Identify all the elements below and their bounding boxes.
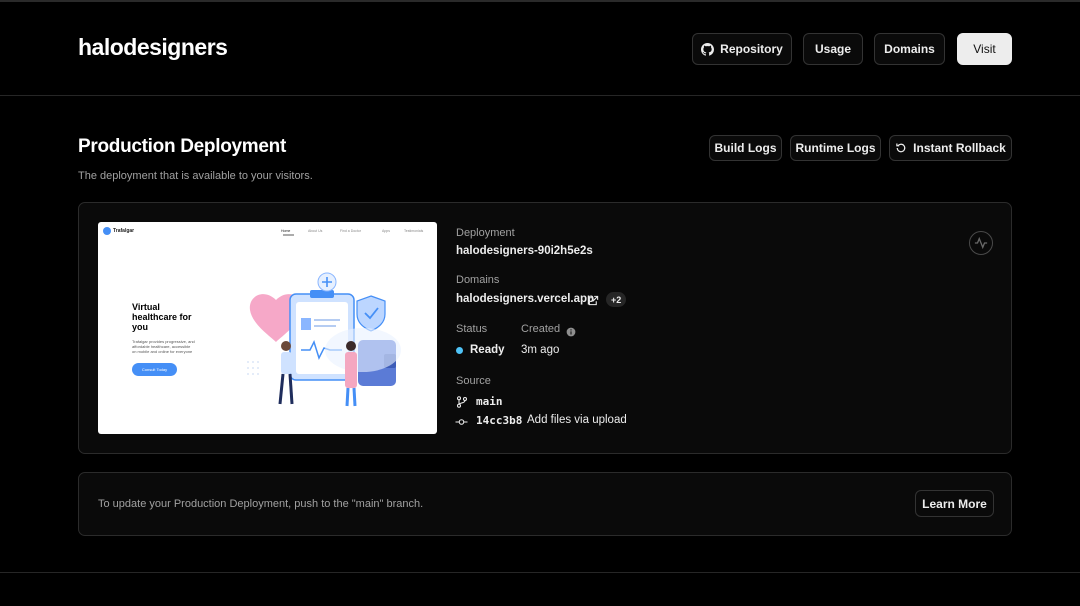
instant-rollback-label: Instant Rollback bbox=[913, 141, 1006, 155]
notice-text: To update your Production Deployment, pu… bbox=[98, 498, 424, 510]
preview-brand: Trafalgar bbox=[113, 228, 135, 234]
info-icon[interactable] bbox=[566, 324, 576, 342]
domains-label: Domains bbox=[456, 274, 500, 286]
deployment-preview-thumbnail[interactable]: Trafalgar Home About Us Find a Doctor Ap… bbox=[98, 222, 437, 434]
bottom-divider bbox=[0, 572, 1080, 573]
rollback-icon bbox=[895, 142, 907, 154]
commit-message[interactable]: Add files via upload bbox=[527, 414, 627, 426]
created-value: 3m ago bbox=[521, 344, 560, 356]
status-label: Status bbox=[456, 323, 488, 335]
repository-button[interactable]: Repository bbox=[692, 33, 792, 65]
preview-nav-item: Apps bbox=[382, 229, 390, 233]
project-title: halodesigners bbox=[78, 34, 228, 60]
git-commit-icon bbox=[455, 415, 468, 433]
learn-more-label: Learn More bbox=[922, 496, 987, 511]
domain-link[interactable]: halodesigners.vercel.app bbox=[456, 293, 594, 305]
preview-hero-line: Virtual bbox=[132, 302, 160, 312]
runtime-logs-label: Runtime Logs bbox=[795, 141, 876, 155]
extra-domains-badge[interactable]: +2 bbox=[606, 292, 627, 307]
instant-rollback-button[interactable]: Instant Rollback bbox=[889, 135, 1012, 161]
preview-hero-text: Trafalgar provides progressive, and affo… bbox=[132, 339, 195, 354]
deployment-card: Trafalgar Home About Us Find a Doctor Ap… bbox=[78, 202, 1012, 454]
build-logs-label: Build Logs bbox=[714, 141, 777, 155]
preview-nav-item: About Us bbox=[308, 229, 323, 233]
preview-nav-item: Find a Doctor bbox=[340, 229, 362, 233]
update-notice: To update your Production Deployment, pu… bbox=[78, 472, 1012, 536]
domains-button[interactable]: Domains bbox=[874, 33, 945, 65]
activity-icon[interactable] bbox=[969, 231, 993, 255]
external-link-icon[interactable] bbox=[588, 293, 599, 311]
source-label: Source bbox=[456, 375, 491, 387]
git-branch-icon bbox=[456, 395, 468, 413]
project-header: halodesigners Repository Usage Domains V… bbox=[0, 2, 1080, 96]
section-title: Production Deployment bbox=[78, 136, 286, 157]
learn-more-button[interactable]: Learn More bbox=[915, 490, 994, 517]
visit-button[interactable]: Visit bbox=[957, 33, 1012, 65]
commit-hash[interactable]: 14cc3b8 bbox=[476, 414, 522, 427]
usage-button[interactable]: Usage bbox=[803, 33, 863, 65]
preview-hero-line: you bbox=[132, 322, 149, 332]
preview-nav-item: Home bbox=[281, 229, 291, 233]
preview-hero-title: Virtual healthcare for you bbox=[132, 302, 192, 332]
github-icon bbox=[701, 42, 715, 56]
usage-label: Usage bbox=[814, 42, 852, 56]
status-value: Ready bbox=[470, 344, 505, 356]
runtime-logs-button[interactable]: Runtime Logs bbox=[790, 135, 881, 161]
created-label: Created bbox=[521, 323, 561, 335]
domains-label: Domains bbox=[884, 42, 935, 56]
visit-label: Visit bbox=[973, 42, 996, 56]
deployment-label: Deployment bbox=[456, 227, 515, 239]
preview-hero-line: healthcare for bbox=[132, 312, 192, 322]
preview-cta-button: Consult Today bbox=[132, 363, 177, 376]
section-subtitle: The deployment that is available to your… bbox=[78, 170, 313, 182]
repository-label: Repository bbox=[720, 42, 783, 56]
build-logs-button[interactable]: Build Logs bbox=[709, 135, 782, 161]
preview-nav-item: Testimonials bbox=[404, 229, 424, 233]
deployment-id[interactable]: halodesigners-90i2h5e2s bbox=[456, 245, 593, 257]
branch-name[interactable]: main bbox=[476, 395, 503, 408]
preview-hero-text-line: on mobile and online for everyone bbox=[132, 349, 193, 354]
status-dot bbox=[456, 347, 463, 354]
